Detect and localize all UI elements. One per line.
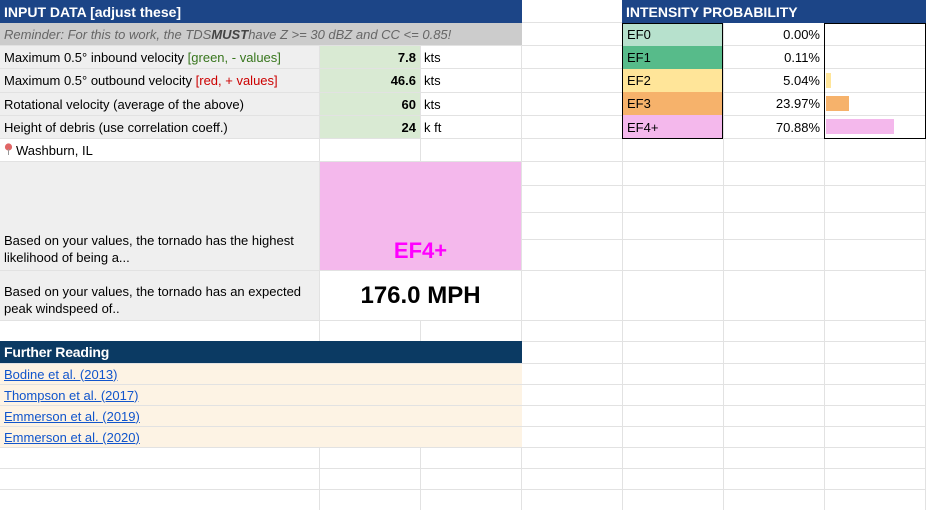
reading-link[interactable]: Bodine et al. (2013) [4, 367, 117, 382]
debris-height-unit: k ft [424, 119, 442, 135]
reading-link-row: Emmerson et al. (2020) [0, 427, 522, 447]
inbound-velocity-unit: kts [424, 49, 441, 65]
rotational-velocity-value[interactable]: 60 [320, 93, 420, 115]
probability-percent[interactable]: 23.97% [724, 92, 824, 115]
reading-link[interactable]: Emmerson et al. (2020) [4, 430, 140, 445]
input-data-header[interactable]: INPUT DATA [adjust these] [0, 0, 522, 23]
probability-percent[interactable]: 70.88% [724, 115, 824, 139]
rotational-velocity-unit: kts [424, 96, 441, 112]
reading-link[interactable]: Thompson et al. (2017) [4, 388, 138, 403]
likelihood-label[interactable]: Based on your values, the tornado has th… [0, 162, 319, 270]
rotational-velocity-label[interactable]: Rotational velocity (average of the abov… [0, 93, 319, 115]
probability-bars-border [824, 23, 926, 139]
reminder-text[interactable]: Reminder: For this to work, the TDS MUST… [0, 23, 522, 45]
inbound-velocity-hint: [green, - values] [187, 49, 281, 65]
probability-percent[interactable]: 0.00% [724, 23, 824, 46]
probability-labels-border [622, 23, 723, 139]
reading-link-row: Bodine et al. (2013) [0, 364, 522, 384]
reading-link[interactable]: Emmerson et al. (2019) [4, 409, 140, 424]
location-cell[interactable]: Washburn, IL [0, 139, 319, 161]
debris-height-value[interactable]: 24 [320, 116, 420, 138]
inbound-velocity-text: Maximum 0.5° inbound velocity [4, 49, 188, 65]
reminder-post: have Z >= 30 dBZ and CC <= 0.85! [248, 26, 452, 42]
probability-percent[interactable]: 0.11% [724, 46, 824, 69]
inbound-velocity-value[interactable]: 7.8 [320, 46, 420, 68]
map-pin-icon [4, 142, 13, 158]
inbound-velocity-label[interactable]: Maximum 0.5° inbound velocity [green, - … [0, 46, 319, 68]
further-reading-header[interactable]: Further Reading [0, 341, 522, 363]
outbound-velocity-label[interactable]: Maximum 0.5° outbound velocity [red, + v… [0, 69, 319, 92]
outbound-velocity-text: Maximum 0.5° outbound velocity [4, 73, 196, 88]
reading-link-row: Thompson et al. (2017) [0, 385, 522, 405]
outbound-velocity-unit: kts [424, 73, 441, 88]
reminder-emphasis: MUST [211, 26, 249, 42]
windspeed-value[interactable]: 176.0 MPH [320, 271, 521, 320]
outbound-velocity-value[interactable]: 46.6 [320, 69, 420, 92]
outbound-velocity-hint: [red, + values] [195, 73, 278, 88]
reminder-pre: Reminder: For this to work, the TDS [4, 26, 212, 42]
reading-link-row: Emmerson et al. (2019) [0, 406, 522, 426]
intensity-probability-header[interactable]: INTENSITY PROBABILITY [622, 0, 926, 23]
debris-height-label[interactable]: Height of debris (use correlation coeff.… [0, 116, 319, 138]
likelihood-value[interactable]: EF4+ [320, 162, 521, 270]
windspeed-label[interactable]: Based on your values, the tornado has an… [0, 271, 319, 320]
location-name: Washburn, IL [16, 142, 93, 158]
probability-percent[interactable]: 5.04% [724, 69, 824, 92]
